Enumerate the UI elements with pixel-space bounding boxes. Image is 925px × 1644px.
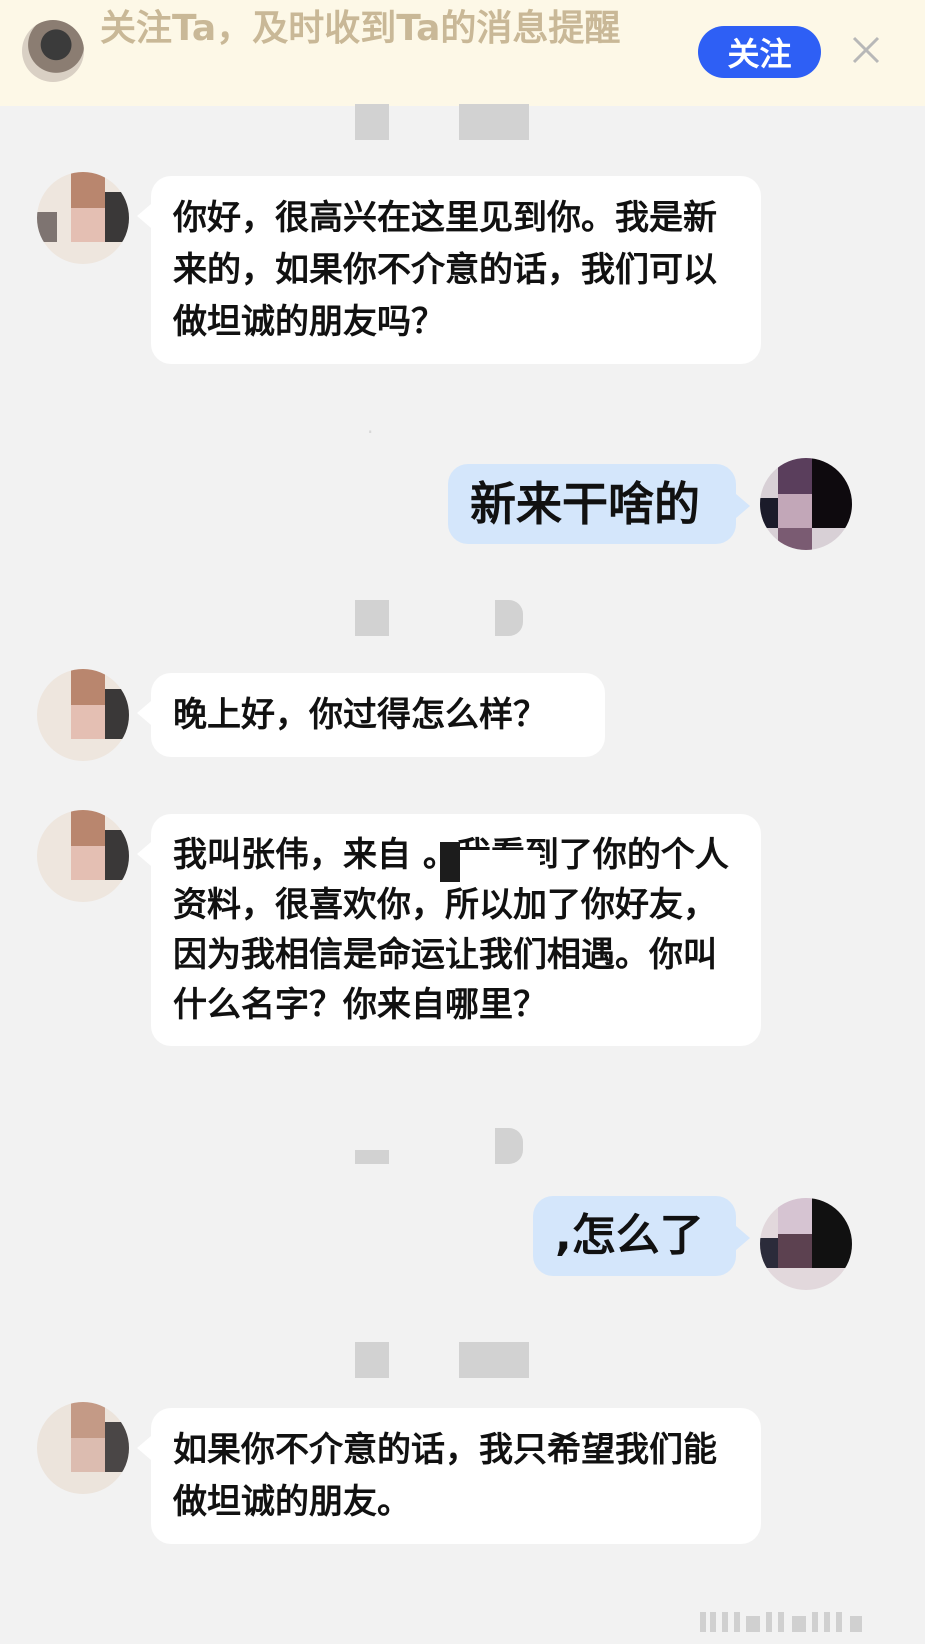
follow-button[interactable]: 关注 bbox=[698, 26, 821, 78]
timestamp bbox=[355, 600, 555, 636]
timestamp bbox=[355, 1342, 555, 1378]
follow-banner: 关注Ta，及时收到Ta的消息提醒 关注 bbox=[0, 0, 925, 106]
redaction-mosaic bbox=[460, 850, 540, 880]
message-bubble-outgoing[interactable]: 新来干啥的 bbox=[448, 464, 750, 544]
user-avatar[interactable] bbox=[760, 458, 852, 550]
contact-avatar[interactable] bbox=[37, 810, 129, 902]
timestamp bbox=[355, 1128, 555, 1164]
timestamp: · bbox=[367, 420, 374, 444]
watermark-logo bbox=[700, 1612, 862, 1632]
contact-avatar[interactable] bbox=[37, 1402, 129, 1494]
timestamp bbox=[355, 104, 555, 140]
follow-prompt-text: 关注Ta，及时收到Ta的消息提醒 bbox=[100, 8, 621, 49]
message-bubble-incoming[interactable]: 你好，很高兴在这里见到你。我是新来的，如果你不介意的话，我们可以做坦诚的朋友吗？ bbox=[137, 176, 761, 364]
redaction-mosaic bbox=[440, 842, 460, 882]
message-bubble-incoming[interactable]: 如果你不介意的话，我只希望我们能做坦诚的朋友。 bbox=[137, 1408, 761, 1544]
user-avatar[interactable] bbox=[760, 1198, 852, 1290]
message-bubble-incoming[interactable]: 晚上好，你过得怎么样？ bbox=[137, 673, 605, 757]
contact-avatar[interactable] bbox=[22, 20, 84, 82]
message-bubble-outgoing[interactable]: ,怎么了 bbox=[533, 1196, 750, 1276]
contact-avatar[interactable] bbox=[37, 669, 129, 761]
close-icon[interactable] bbox=[846, 30, 886, 70]
contact-avatar[interactable] bbox=[37, 172, 129, 264]
